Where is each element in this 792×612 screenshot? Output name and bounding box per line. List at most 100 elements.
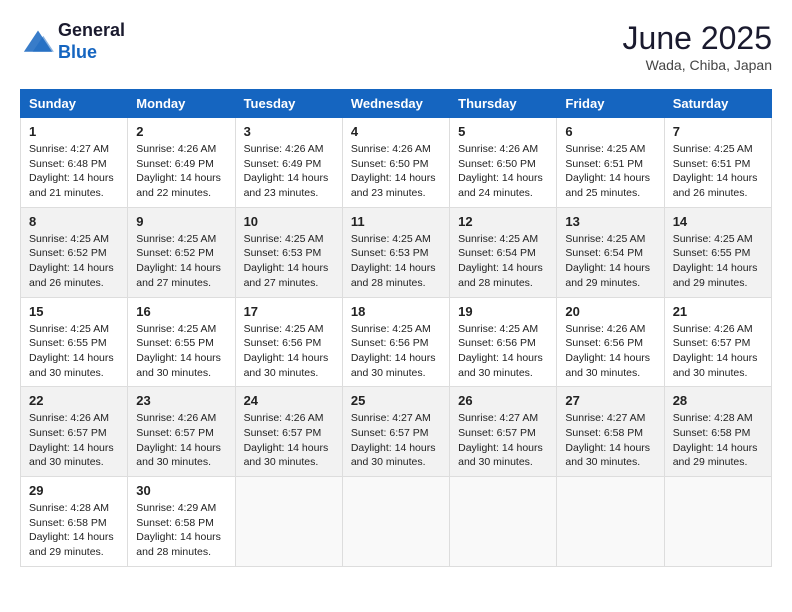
sunrise-text: Sunrise: 4:25 AM xyxy=(136,323,216,335)
calendar-week-row: 22 Sunrise: 4:26 AM Sunset: 6:57 PM Dayligh… xyxy=(21,387,772,477)
daylight-text: Daylight: 14 hours and 26 minutes. xyxy=(29,262,114,289)
day-number: 28 xyxy=(673,393,763,408)
day-info: Sunrise: 4:25 AMSunset: 6:51 PMDaylight:… xyxy=(673,142,763,201)
daylight-text: Daylight: 14 hours and 30 minutes. xyxy=(29,352,114,379)
calendar-cell: 14Sunrise: 4:25 AMSunset: 6:55 PMDayligh… xyxy=(664,207,771,297)
day-number: 3 xyxy=(244,124,334,139)
day-number: 30 xyxy=(136,483,226,498)
day-info: Sunrise: 4:26 AMSunset: 6:49 PMDaylight:… xyxy=(136,142,226,201)
sunset-text: Sunset: 6:49 PM xyxy=(244,158,322,170)
weekday-header-saturday: Saturday xyxy=(664,90,771,118)
weekday-header-monday: Monday xyxy=(128,90,235,118)
sunrise-text: Sunrise: 4:25 AM xyxy=(351,233,431,245)
title-block: June 2025 Wada, Chiba, Japan xyxy=(623,20,772,73)
calendar-cell xyxy=(235,477,342,567)
calendar-cell: 5Sunrise: 4:26 AMSunset: 6:50 PMDaylight… xyxy=(450,118,557,208)
day-info: Sunrise: 4:26 AMSunset: 6:57 PMDaylight:… xyxy=(244,411,334,470)
weekday-header-row: SundayMondayTuesdayWednesdayThursdayFrid… xyxy=(21,90,772,118)
month-title: June 2025 xyxy=(623,20,772,57)
calendar-cell: 7Sunrise: 4:25 AMSunset: 6:51 PMDaylight… xyxy=(664,118,771,208)
sunrise-text: Sunrise: 4:25 AM xyxy=(458,323,538,335)
calendar-week-row: 8Sunrise: 4:25 AMSunset: 6:52 PMDaylight… xyxy=(21,207,772,297)
sunrise-text: Sunrise: 4:25 AM xyxy=(673,233,753,245)
daylight-text: Daylight: 14 hours and 29 minutes. xyxy=(565,262,650,289)
day-info: Sunrise: 4:25 AMSunset: 6:56 PMDaylight:… xyxy=(244,322,334,381)
day-info: Sunrise: 4:25 AMSunset: 6:56 PMDaylight:… xyxy=(458,322,548,381)
sunrise-text: Sunrise: 4:25 AM xyxy=(565,233,645,245)
logo-icon xyxy=(20,27,56,57)
calendar-cell: 24Sunrise: 4:26 AMSunset: 6:57 PMDayligh… xyxy=(235,387,342,477)
weekday-header-thursday: Thursday xyxy=(450,90,557,118)
sunrise-text: Sunrise: 4:28 AM xyxy=(673,412,753,424)
sunset-text: Sunset: 6:51 PM xyxy=(673,158,751,170)
calendar-cell: 20Sunrise: 4:26 AMSunset: 6:56 PMDayligh… xyxy=(557,297,664,387)
sunset-text: Sunset: 6:50 PM xyxy=(458,158,536,170)
sunset-text: Sunset: 6:56 PM xyxy=(244,337,322,349)
day-number: 1 xyxy=(29,124,119,139)
location-text: Wada, Chiba, Japan xyxy=(623,57,772,73)
calendar-cell: 26Sunrise: 4:27 AMSunset: 6:57 PMDayligh… xyxy=(450,387,557,477)
day-info: Sunrise: 4:25 AMSunset: 6:51 PMDaylight:… xyxy=(565,142,655,201)
weekday-header-tuesday: Tuesday xyxy=(235,90,342,118)
sunset-text: Sunset: 6:57 PM xyxy=(351,427,429,439)
sunrise-text: Sunrise: 4:26 AM xyxy=(136,412,216,424)
calendar-cell: 17Sunrise: 4:25 AMSunset: 6:56 PMDayligh… xyxy=(235,297,342,387)
day-number: 14 xyxy=(673,214,763,229)
daylight-text: Daylight: 14 hours and 30 minutes. xyxy=(565,442,650,469)
day-number: 18 xyxy=(351,304,441,319)
daylight-text: Daylight: 14 hours and 21 minutes. xyxy=(29,172,114,199)
calendar-cell: 30Sunrise: 4:29 AMSunset: 6:58 PMDayligh… xyxy=(128,477,235,567)
day-info: Sunrise: 4:28 AMSunset: 6:58 PMDaylight:… xyxy=(673,411,763,470)
calendar-cell: 12Sunrise: 4:25 AMSunset: 6:54 PMDayligh… xyxy=(450,207,557,297)
day-info: Sunrise: 4:25 AMSunset: 6:53 PMDaylight:… xyxy=(244,232,334,291)
sunset-text: Sunset: 6:57 PM xyxy=(136,427,214,439)
calendar-cell: 18Sunrise: 4:25 AMSunset: 6:56 PMDayligh… xyxy=(342,297,449,387)
sunrise-text: Sunrise: 4:27 AM xyxy=(29,143,109,155)
day-info: Sunrise: 4:25 AM Sunset: 6:53 PM Daylight:… xyxy=(351,232,441,291)
calendar-cell xyxy=(450,477,557,567)
calendar-cell xyxy=(342,477,449,567)
sunrise-text: Sunrise: 4:26 AM xyxy=(244,412,324,424)
day-info: Sunrise: 4:27 AMSunset: 6:48 PMDaylight:… xyxy=(29,142,119,201)
day-number: 29 xyxy=(29,483,119,498)
sunset-text: Sunset: 6:57 PM xyxy=(458,427,536,439)
calendar-cell: 10Sunrise: 4:25 AMSunset: 6:53 PMDayligh… xyxy=(235,207,342,297)
day-number: 15 xyxy=(29,304,119,319)
calendar-cell: 23Sunrise: 4:26 AMSunset: 6:57 PMDayligh… xyxy=(128,387,235,477)
calendar-cell: 16Sunrise: 4:25 AMSunset: 6:55 PMDayligh… xyxy=(128,297,235,387)
calendar-cell xyxy=(664,477,771,567)
day-info: Sunrise: 4:28 AMSunset: 6:58 PMDaylight:… xyxy=(29,501,119,560)
calendar-cell: 27Sunrise: 4:27 AMSunset: 6:58 PMDayligh… xyxy=(557,387,664,477)
sunrise-text: Sunrise: 4:26 AM xyxy=(136,143,216,155)
sunset-text: Sunset: 6:49 PM xyxy=(136,158,214,170)
day-info: Sunrise: 4:25 AMSunset: 6:52 PMDaylight:… xyxy=(29,232,119,291)
day-number: 6 xyxy=(565,124,655,139)
sunset-text: Sunset: 6:50 PM xyxy=(351,158,429,170)
daylight-text: Daylight: 14 hours and 29 minutes. xyxy=(29,531,114,558)
sunset-text: Sunset: 6:58 PM xyxy=(29,517,107,529)
sunset-text: Sunset: 6:52 PM xyxy=(29,247,107,259)
calendar-cell: 15Sunrise: 4:25 AMSunset: 6:55 PMDayligh… xyxy=(21,297,128,387)
daylight-text: Daylight: 14 hours and 30 minutes. xyxy=(244,352,329,379)
sunset-text: Sunset: 6:56 PM xyxy=(351,337,429,349)
sunset-text: Sunset: 6:54 PM xyxy=(565,247,643,259)
daylight-text: Daylight: 14 hours and 25 minutes. xyxy=(565,172,650,199)
daylight-text: Daylight: 14 hours and 28 minutes. xyxy=(351,262,436,289)
daylight-text: Daylight: 14 hours and 30 minutes. xyxy=(673,352,758,379)
page-header: General Blue June 2025 Wada, Chiba, Japa… xyxy=(20,20,772,73)
calendar-cell: 13 Sunrise: 4:25 AM Sunset: 6:54 PM Dayligh… xyxy=(557,207,664,297)
day-number: 13 xyxy=(565,214,655,229)
sunrise-text: Sunrise: 4:25 AM xyxy=(458,233,538,245)
day-number: 22 xyxy=(29,393,119,408)
sunset-text: Sunset: 6:57 PM xyxy=(244,427,322,439)
calendar-cell xyxy=(557,477,664,567)
sunrise-text: Sunrise: 4:26 AM xyxy=(458,143,538,155)
day-number: 4 xyxy=(351,124,441,139)
day-number: 21 xyxy=(673,304,763,319)
calendar-cell: 8Sunrise: 4:25 AMSunset: 6:52 PMDaylight… xyxy=(21,207,128,297)
sunset-text: Sunset: 6:53 PM xyxy=(351,247,429,259)
day-number: 23 xyxy=(136,393,226,408)
calendar-cell: 9Sunrise: 4:25 AMSunset: 6:52 PMDaylight… xyxy=(128,207,235,297)
day-info: Sunrise: 4:26 AMSunset: 6:56 PMDaylight:… xyxy=(565,322,655,381)
daylight-text: Daylight: 14 hours and 30 minutes. xyxy=(351,352,436,379)
